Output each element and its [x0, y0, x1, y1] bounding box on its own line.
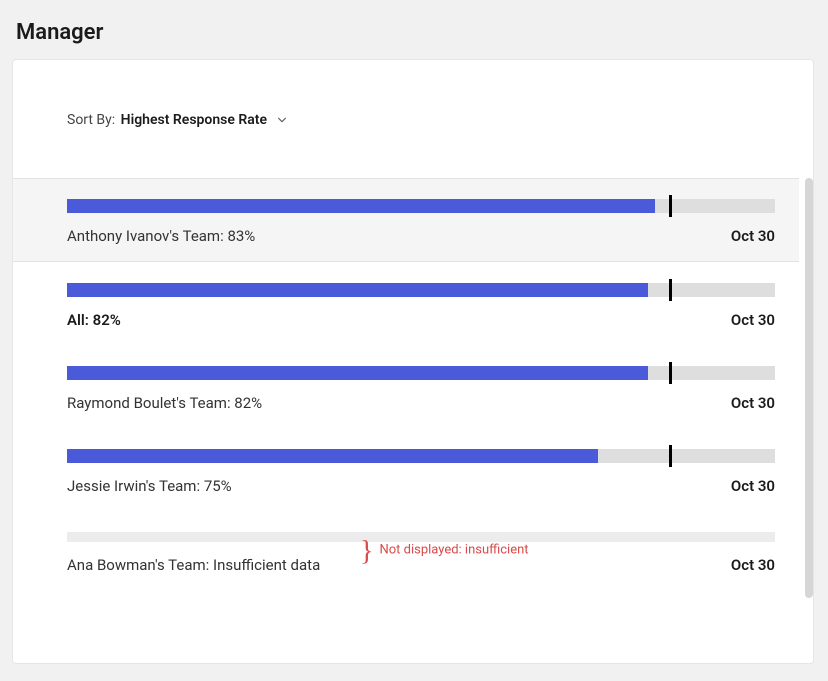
target-marker: [669, 195, 672, 217]
team-row[interactable]: Raymond Boulet's Team: 82% Oct 30: [13, 345, 799, 428]
chevron-down-icon: [277, 115, 287, 125]
date-label: Oct 30: [731, 311, 775, 329]
team-label: Anthony Ivanov's Team: 83%: [67, 227, 255, 245]
target-marker: [669, 445, 672, 467]
team-label: Raymond Boulet's Team: 82%: [67, 394, 262, 412]
sort-value: Highest Response Rate: [121, 112, 267, 128]
date-label: Oct 30: [731, 477, 775, 495]
team-row[interactable]: Anthony Ivanov's Team: 83% Oct 30: [13, 178, 799, 262]
sort-label: Sort By:: [67, 112, 115, 128]
sort-row: Sort By: Highest Response Rate: [13, 60, 813, 128]
date-label: Oct 30: [731, 227, 775, 245]
response-bar-track: [67, 199, 775, 213]
team-row[interactable]: Jessie Irwin's Team: 75% Oct 30: [13, 428, 799, 511]
date-label: Oct 30: [731, 394, 775, 412]
response-bar-track: [67, 449, 775, 463]
response-bar-fill: [67, 449, 598, 463]
response-bar-track: [67, 366, 775, 380]
target-marker: [669, 362, 672, 384]
scrollbar[interactable]: [805, 178, 813, 643]
section-title: Manager: [16, 20, 816, 45]
row-text-line: Ana Bowman's Team: Insufficient data Oct …: [67, 556, 775, 574]
row-text-line: Raymond Boulet's Team: 82% Oct 30: [67, 394, 775, 412]
scrollbar-thumb[interactable]: [805, 178, 813, 598]
response-bar-fill: [67, 283, 648, 297]
team-label: All: 82%: [67, 311, 121, 329]
row-text-line: Jessie Irwin's Team: 75% Oct 30: [67, 477, 775, 495]
team-label: Jessie Irwin's Team: 75%: [67, 477, 232, 495]
response-bar-fill: [67, 366, 648, 380]
team-label: Ana Bowman's Team: Insufficient data: [67, 556, 320, 574]
response-bar-track: [67, 532, 775, 542]
row-text-line: All: 82% Oct 30: [67, 311, 775, 329]
manager-card: Sort By: Highest Response Rate Anthony I…: [12, 59, 814, 664]
response-bar-track: [67, 283, 775, 297]
target-marker: [669, 279, 672, 301]
date-label: Oct 30: [731, 556, 775, 574]
sort-by-dropdown[interactable]: Highest Response Rate: [119, 112, 287, 128]
team-row[interactable]: All: 82% Oct 30: [13, 262, 799, 345]
team-list: Anthony Ivanov's Team: 83%Oct 30All: 82%…: [13, 178, 813, 643]
response-bar-fill: [67, 199, 655, 213]
team-row[interactable]: Ana Bowman's Team: Insufficient data Oct …: [13, 511, 799, 590]
row-text-line: Anthony Ivanov's Team: 83% Oct 30: [67, 227, 775, 245]
